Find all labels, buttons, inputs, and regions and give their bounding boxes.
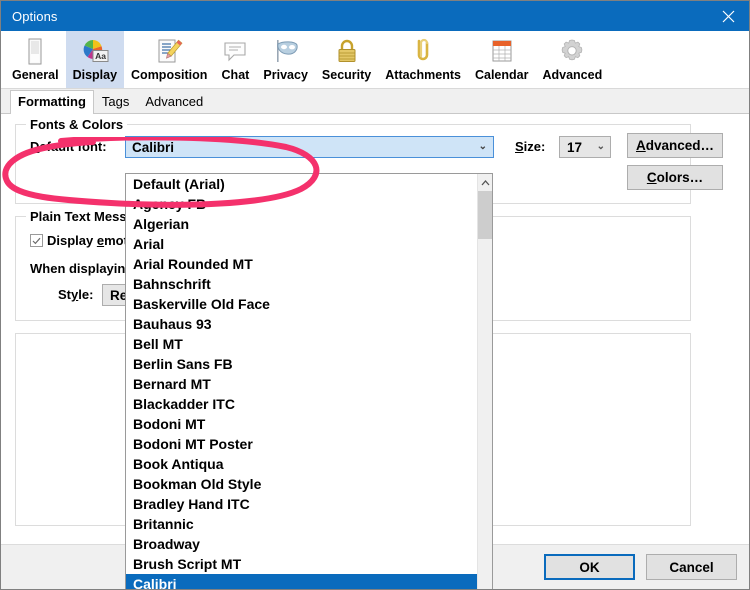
composition-icon <box>155 37 183 66</box>
font-dropdown-item[interactable]: Bodoni MT Poster <box>126 434 479 454</box>
font-dropdown-item[interactable]: Bell MT <box>126 334 479 354</box>
attachments-icon <box>409 37 437 66</box>
scrollbar-thumb[interactable] <box>478 191 492 239</box>
display-icon: Aa <box>81 37 109 66</box>
font-dropdown-item[interactable]: Baskerville Old Face <box>126 294 479 314</box>
font-dropdown-item[interactable]: Broadway <box>126 534 479 554</box>
category-toolbar: General Aa Display Composition Chat Priv… <box>1 31 749 89</box>
font-size-combobox[interactable]: 17 ⌄ <box>559 136 611 158</box>
toolbar-label: Calendar <box>474 67 529 82</box>
advanced-icon <box>558 37 586 66</box>
chevron-up-icon[interactable] <box>478 174 492 191</box>
default-font-combobox[interactable]: Calibri ⌄ <box>125 136 494 158</box>
tab-strip: Formatting Tags Advanced <box>1 89 749 114</box>
options-dialog: Options General Aa Display Composition C… <box>0 0 750 590</box>
toolbar-label: Privacy <box>263 67 308 82</box>
font-dropdown-item[interactable]: Algerian <box>126 214 479 234</box>
colors-button-label: Colors… <box>646 170 704 185</box>
default-font-label: Default font: <box>30 139 107 154</box>
font-dropdown-item[interactable]: Arial <box>126 234 479 254</box>
toolbar-item-chat[interactable]: Chat <box>214 31 256 88</box>
toolbar-item-security[interactable]: Security <box>315 31 378 88</box>
font-dropdown-item[interactable]: Bodoni MT <box>126 414 479 434</box>
toolbar-item-attachments[interactable]: Attachments <box>378 31 468 88</box>
general-icon <box>23 37 47 66</box>
toolbar-label: Composition <box>131 67 208 82</box>
toolbar-label: Security <box>321 67 372 82</box>
title-bar: Options <box>1 1 749 31</box>
font-dropdown-item[interactable]: Bookman Old Style <box>126 474 479 494</box>
security-icon <box>333 37 361 66</box>
colors-button[interactable]: Colors… <box>627 165 723 190</box>
style-label: Style: <box>58 287 94 302</box>
tab-advanced[interactable]: Advanced <box>137 90 211 114</box>
cancel-button[interactable]: Cancel <box>646 554 737 580</box>
close-icon <box>722 10 734 22</box>
font-dropdown-item[interactable]: Bernard MT <box>126 374 479 394</box>
toolbar-label: Attachments <box>385 67 461 82</box>
font-dropdown-item[interactable]: Brush Script MT <box>126 554 479 574</box>
default-font-value: Calibri <box>132 139 175 155</box>
advanced-button-label: Advanced… <box>635 138 715 153</box>
svg-text:Aa: Aa <box>95 51 106 61</box>
style-label-row: Style: <box>58 287 93 302</box>
window-title: Options <box>12 8 58 24</box>
font-size-value: 17 <box>567 139 583 155</box>
tab-formatting[interactable]: Formatting <box>10 90 94 114</box>
toolbar-item-calendar[interactable]: Calendar <box>468 31 536 88</box>
font-dropdown-item[interactable]: Arial Rounded MT <box>126 254 479 274</box>
privacy-icon <box>272 37 300 66</box>
font-dropdown-item[interactable]: Book Antiqua <box>126 454 479 474</box>
font-dropdown-item[interactable]: Britannic <box>126 514 479 534</box>
font-dropdown-item[interactable]: Agency FB <box>126 194 479 214</box>
font-dropdown-item[interactable]: Bahnschrift <box>126 274 479 294</box>
checkbox-icon <box>30 234 43 247</box>
font-dropdown-item[interactable]: Default (Arial) <box>126 174 479 194</box>
toolbar-item-composition[interactable]: Composition <box>124 31 214 88</box>
font-dropdown-items: Default (Arial) Agency FB Algerian Arial Ari… <box>126 174 479 589</box>
font-dropdown-item[interactable]: Berlin Sans FB <box>126 354 479 374</box>
advanced-button[interactable]: Advanced… <box>627 133 723 158</box>
font-dropdown-scrollbar[interactable] <box>477 174 492 589</box>
toolbar-label: Display <box>72 67 118 82</box>
font-dropdown-item[interactable]: Calibri <box>126 574 479 589</box>
toolbar-item-general[interactable]: General <box>5 31 66 88</box>
tab-tags[interactable]: Tags <box>94 90 137 114</box>
toolbar-item-privacy[interactable]: Privacy <box>256 31 314 88</box>
ok-button[interactable]: OK <box>544 554 635 580</box>
font-dropdown-item[interactable]: Bradley Hand ITC <box>126 494 479 514</box>
chevron-down-icon: ⌄ <box>596 141 605 152</box>
close-button[interactable] <box>705 1 749 31</box>
fonts-group-title: Fonts & Colors <box>26 117 128 132</box>
font-dropdown-list[interactable]: Default (Arial) Agency FB Algerian Arial Ari… <box>125 173 493 589</box>
toolbar-label: General <box>12 67 59 82</box>
toolbar-label: Chat <box>221 67 250 82</box>
toolbar-item-advanced[interactable]: Advanced <box>535 31 609 88</box>
font-dropdown-item[interactable]: Bauhaus 93 <box>126 314 479 334</box>
toolbar-label: Advanced <box>542 67 603 82</box>
size-label-row: Size: <box>515 139 545 154</box>
font-dropdown-item[interactable]: Blackadder ITC <box>126 394 479 414</box>
default-font-label-row: Default font: <box>30 139 107 154</box>
chevron-down-icon: ⌄ <box>478 141 487 152</box>
calendar-icon <box>488 37 516 66</box>
toolbar-item-display[interactable]: Aa Display <box>65 31 125 88</box>
chat-icon <box>221 37 249 66</box>
size-label: Size: <box>515 139 546 154</box>
